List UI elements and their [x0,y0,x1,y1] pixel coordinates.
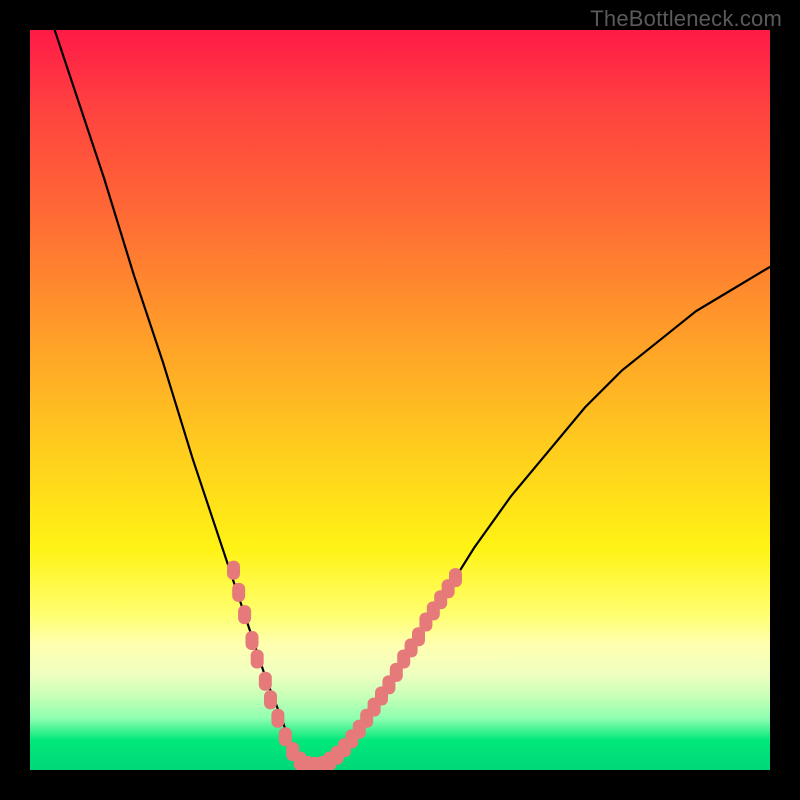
data-marker [271,709,284,728]
data-marker [264,690,277,709]
data-marker [238,605,251,624]
chart-svg [30,30,770,770]
attribution-label: TheBottleneck.com [590,6,782,32]
data-marker [449,568,462,587]
chart-frame: TheBottleneck.com [0,0,800,800]
marker-group [227,561,462,770]
data-marker [259,672,272,691]
data-marker [227,561,240,580]
data-marker [251,650,264,669]
plot-area [30,30,770,770]
data-marker [246,631,259,650]
data-marker [232,583,245,602]
